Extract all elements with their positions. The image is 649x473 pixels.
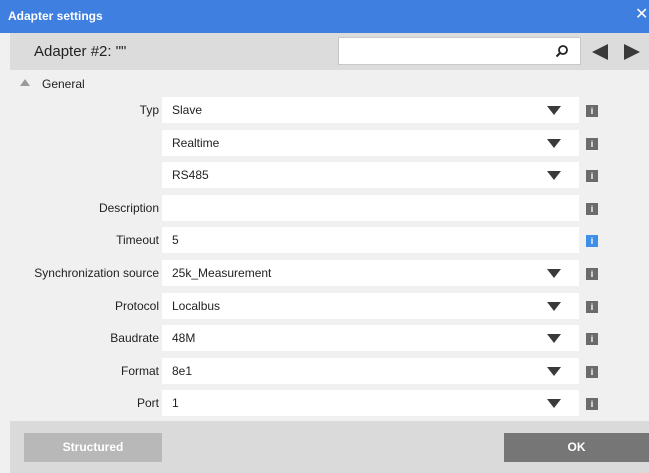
setting-label: Description bbox=[98, 201, 159, 215]
setting-label: Timeout bbox=[116, 233, 159, 247]
setting-dropdown[interactable]: Slave bbox=[162, 97, 579, 123]
setting-label: Typ bbox=[139, 103, 159, 117]
info-icon[interactable]: i bbox=[586, 398, 598, 410]
setting-label: Synchronization source bbox=[34, 266, 159, 280]
dropdown-arrow-icon[interactable] bbox=[547, 171, 561, 180]
adapter-name: Adapter #2: "" bbox=[34, 43, 127, 60]
setting-row: Description i bbox=[10, 195, 649, 221]
adapter-header: Adapter #2: "" bbox=[10, 33, 649, 70]
setting-dropdown[interactable]: 25k_Measurement bbox=[162, 260, 579, 286]
setting-dropdown[interactable]: 8e1 bbox=[162, 358, 579, 384]
setting-dropdown[interactable]: 48M bbox=[162, 325, 579, 351]
setting-row: Synchronization source 25k_Measurement i bbox=[10, 260, 649, 286]
search-box[interactable] bbox=[338, 37, 581, 65]
dropdown-arrow-icon[interactable] bbox=[547, 367, 561, 376]
dropdown-arrow-icon[interactable] bbox=[547, 399, 561, 408]
setting-row: Timeout i bbox=[10, 227, 649, 253]
setting-label: Format bbox=[120, 364, 159, 378]
dropdown-arrow-icon[interactable] bbox=[547, 106, 561, 115]
dropdown-arrow-icon[interactable] bbox=[547, 334, 561, 343]
dropdown-arrow-icon[interactable] bbox=[547, 269, 561, 278]
info-icon[interactable]: i bbox=[586, 105, 598, 117]
structured-button[interactable]: Structured bbox=[24, 433, 162, 462]
setting-text-field[interactable] bbox=[162, 195, 579, 221]
search-input[interactable] bbox=[343, 42, 547, 62]
setting-row: Baudrate 48M i bbox=[10, 325, 649, 351]
previous-arrow-icon[interactable] bbox=[590, 42, 610, 62]
setting-row: Format 8e1 i bbox=[10, 358, 649, 384]
setting-dropdown[interactable]: Localbus bbox=[162, 293, 579, 319]
setting-label: Port bbox=[136, 396, 159, 410]
setting-label: Protocol bbox=[114, 299, 159, 313]
info-icon[interactable]: i bbox=[586, 333, 598, 345]
window-title: Adapter settings bbox=[8, 9, 103, 23]
setting-value: 48M bbox=[172, 331, 196, 345]
next-arrow-icon[interactable] bbox=[622, 42, 642, 62]
setting-dropdown[interactable]: 1 bbox=[162, 390, 579, 416]
setting-dropdown[interactable]: Realtime bbox=[162, 130, 579, 156]
setting-value: Slave bbox=[172, 103, 203, 117]
setting-text-field[interactable] bbox=[162, 227, 579, 253]
section-label: General bbox=[42, 77, 85, 91]
info-icon[interactable]: i bbox=[586, 235, 598, 247]
setting-value: Localbus bbox=[172, 299, 221, 313]
collapse-triangle-icon[interactable] bbox=[20, 79, 30, 86]
info-icon[interactable]: i bbox=[586, 138, 598, 150]
footer-bar: Structured OK bbox=[10, 421, 649, 473]
setting-value: RS485 bbox=[172, 168, 209, 182]
info-icon[interactable]: i bbox=[586, 268, 598, 280]
search-icon[interactable] bbox=[554, 44, 570, 60]
setting-value: 25k_Measurement bbox=[172, 266, 272, 280]
dropdown-arrow-icon[interactable] bbox=[547, 139, 561, 148]
ok-button[interactable]: OK bbox=[504, 433, 649, 462]
setting-value: 8e1 bbox=[172, 364, 193, 378]
info-icon[interactable]: i bbox=[586, 170, 598, 182]
dropdown-arrow-icon[interactable] bbox=[547, 302, 561, 311]
setting-value: Realtime bbox=[172, 136, 220, 150]
setting-value: 1 bbox=[172, 396, 179, 410]
setting-row: Protocol Localbus i bbox=[10, 293, 649, 319]
setting-row: RS485 i bbox=[10, 162, 649, 188]
setting-label: Baudrate bbox=[110, 331, 159, 345]
setting-dropdown[interactable]: RS485 bbox=[162, 162, 579, 188]
info-icon[interactable]: i bbox=[586, 366, 598, 378]
setting-row: Typ Slave i bbox=[10, 97, 649, 123]
setting-input[interactable] bbox=[170, 199, 564, 217]
title-bar: Adapter settings ✕ bbox=[0, 0, 649, 33]
setting-row: Port 1 i bbox=[10, 390, 649, 416]
info-icon[interactable]: i bbox=[586, 301, 598, 313]
settings-panel: General Typ Slave i Realtime i RS485 i Descript… bbox=[10, 70, 649, 420]
setting-input[interactable] bbox=[170, 231, 564, 249]
info-icon[interactable]: i bbox=[586, 203, 598, 215]
setting-row: Realtime i bbox=[10, 130, 649, 156]
close-icon[interactable]: ✕ bbox=[635, 6, 648, 24]
